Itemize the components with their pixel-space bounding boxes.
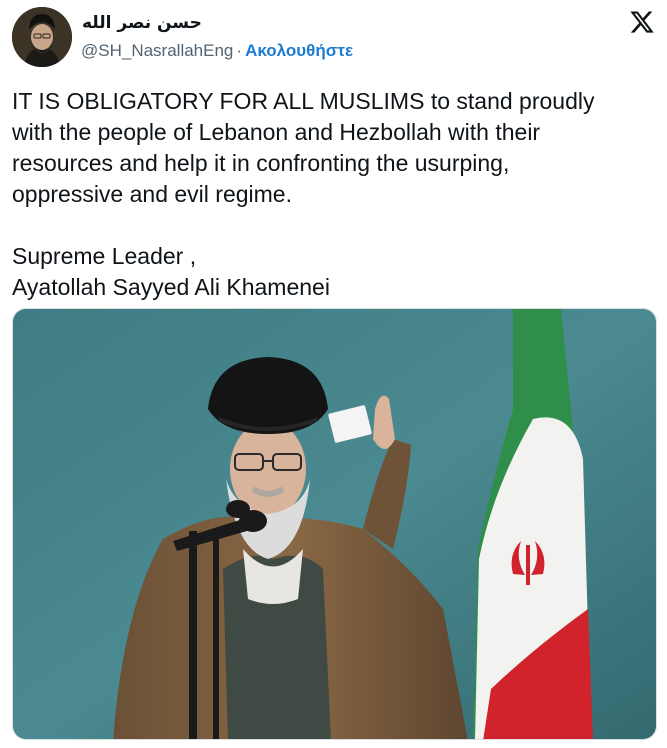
handle-line: @SH_NasrallahEng · Ακολουθήστε <box>81 41 353 61</box>
tweet-text: IT IS OBLIGATORY FOR ALL MUSLIMS to stan… <box>12 88 595 300</box>
separator-dot: · <box>236 41 243 60</box>
avatar[interactable] <box>12 7 72 67</box>
photo-image <box>13 309 656 739</box>
follow-button[interactable]: Ακολουθήστε <box>245 41 353 60</box>
tweet-header: حسن نصر الله @SH_NasrallahEng · Ακολουθήστ… <box>12 7 657 69</box>
user-handle[interactable]: @SH_NasrallahEng <box>81 41 233 60</box>
x-logo-icon[interactable] <box>629 9 655 35</box>
tweet-photo[interactable] <box>12 308 657 740</box>
avatar-image <box>12 7 72 67</box>
display-name[interactable]: حسن نصر الله <box>82 13 202 33</box>
